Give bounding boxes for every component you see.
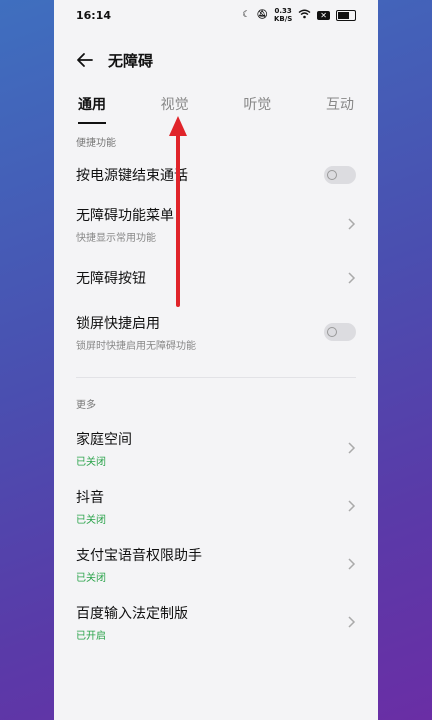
chevron-right-icon <box>348 442 356 454</box>
chevron-right-icon <box>348 500 356 512</box>
page-title: 无障碍 <box>108 51 154 70</box>
header: 无障碍 <box>54 30 378 90</box>
battery-icon <box>336 9 356 21</box>
tab-vision[interactable]: 视觉 <box>161 90 189 114</box>
row-title: 无障碍功能菜单 <box>76 207 174 224</box>
row-status: 已关闭 <box>76 572 106 584</box>
row-subtitle: 快捷显示常用功能 <box>76 232 156 244</box>
sim-box: ✕ <box>317 10 330 20</box>
moon-icon: ☾ <box>242 10 251 20</box>
chevron-right-icon <box>348 616 356 628</box>
net-speed-value: 0.33 <box>274 7 292 15</box>
row-title: 家庭空间 <box>76 431 132 448</box>
row-title: 无障碍按钮 <box>76 271 146 287</box>
divider <box>76 377 356 378</box>
row-title: 百度输入法定制版 <box>76 605 188 622</box>
row-title: 按电源键结束通话 <box>76 168 188 184</box>
row-accessibility-button[interactable]: 无障碍按钮 <box>54 255 378 301</box>
row-status: 已关闭 <box>76 456 106 468</box>
lockscreen-toggle[interactable] <box>324 323 356 341</box>
row-status: 已开启 <box>76 630 106 642</box>
row-family-space[interactable]: 家庭空间 已关闭 <box>54 419 378 477</box>
row-accessibility-menu[interactable]: 无障碍功能菜单 快捷显示常用功能 <box>54 193 378 255</box>
tab-bar: 通用 视觉 听觉 互动 <box>54 90 378 124</box>
row-status: 已关闭 <box>76 514 106 526</box>
tab-general[interactable]: 通用 <box>78 90 106 124</box>
wifi-icon <box>298 9 311 22</box>
row-power-key-end-call[interactable]: 按电源键结束通话 <box>54 157 378 193</box>
row-title: 抖音 <box>76 489 104 506</box>
section-label-shortcuts: 便捷功能 <box>76 138 116 149</box>
row-alipay-voice[interactable]: 支付宝语音权限助手 已关闭 <box>54 535 378 593</box>
bell-off-icon: 🔕︎ <box>256 10 268 20</box>
row-douyin[interactable]: 抖音 已关闭 <box>54 477 378 535</box>
status-bar: 16:14 ☾ 🔕︎ 0.33 KB/S ✕ <box>54 0 378 30</box>
row-title: 支付宝语音权限助手 <box>76 547 202 564</box>
net-speed: 0.33 KB/S <box>274 7 292 23</box>
tab-hearing[interactable]: 听觉 <box>243 90 271 114</box>
phone-screen: 16:14 ☾ 🔕︎ 0.33 KB/S ✕ 无障碍 通用 视觉 听觉 互动 便… <box>54 0 378 720</box>
chevron-right-icon <box>348 218 356 230</box>
status-time: 16:14 <box>76 8 112 22</box>
row-subtitle: 锁屏时快捷启用无障碍功能 <box>76 340 196 352</box>
chevron-right-icon <box>348 558 356 570</box>
tab-interaction[interactable]: 互动 <box>326 90 354 114</box>
status-icons: ☾ 🔕︎ 0.33 KB/S ✕ <box>242 7 356 23</box>
net-speed-unit: KB/S <box>273 15 293 23</box>
section-label-more: 更多 <box>76 400 96 411</box>
row-lockscreen-shortcut[interactable]: 锁屏快捷启用 锁屏时快捷启用无障碍功能 <box>54 301 378 363</box>
power-key-toggle[interactable] <box>324 166 356 184</box>
arrow-left-icon[interactable] <box>74 49 96 71</box>
chevron-right-icon <box>348 272 356 284</box>
row-baidu-input[interactable]: 百度输入法定制版 已开启 <box>54 593 378 651</box>
row-title: 锁屏快捷启用 <box>76 315 160 332</box>
